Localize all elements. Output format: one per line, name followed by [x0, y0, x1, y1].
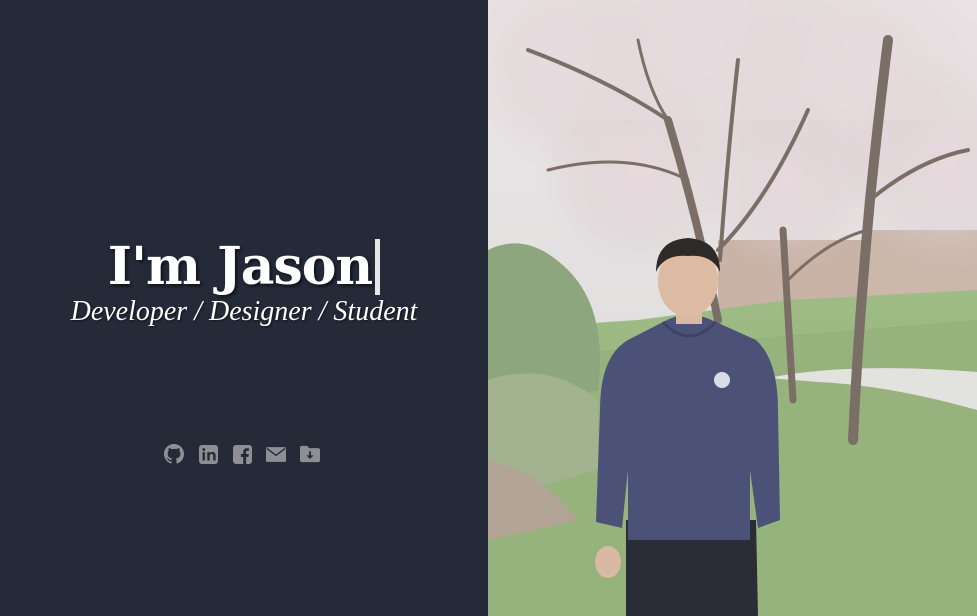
intro: I'm Jason Developer / Designer / Student	[0, 234, 488, 328]
intro-panel: I'm Jason Developer / Designer / Student	[0, 0, 488, 616]
social-links	[0, 444, 486, 464]
headline: I'm Jason	[107, 234, 381, 300]
portrait-photo	[488, 0, 977, 616]
page: I'm Jason Developer / Designer / Student	[0, 0, 977, 616]
headline-text: I'm Jason	[107, 236, 373, 297]
resume-download-link[interactable]	[300, 444, 320, 464]
portrait-panel	[488, 0, 977, 616]
typing-cursor	[375, 239, 381, 295]
facebook-icon	[232, 444, 252, 464]
tagline: Developer / Designer / Student	[70, 296, 418, 327]
facebook-link[interactable]	[232, 444, 252, 464]
email-link[interactable]	[266, 444, 286, 464]
envelope-icon	[266, 446, 286, 462]
linkedin-link[interactable]	[198, 444, 218, 464]
linkedin-icon	[198, 444, 218, 464]
github-link[interactable]	[164, 444, 184, 464]
folder-download-icon	[300, 445, 320, 463]
github-icon	[164, 444, 184, 464]
